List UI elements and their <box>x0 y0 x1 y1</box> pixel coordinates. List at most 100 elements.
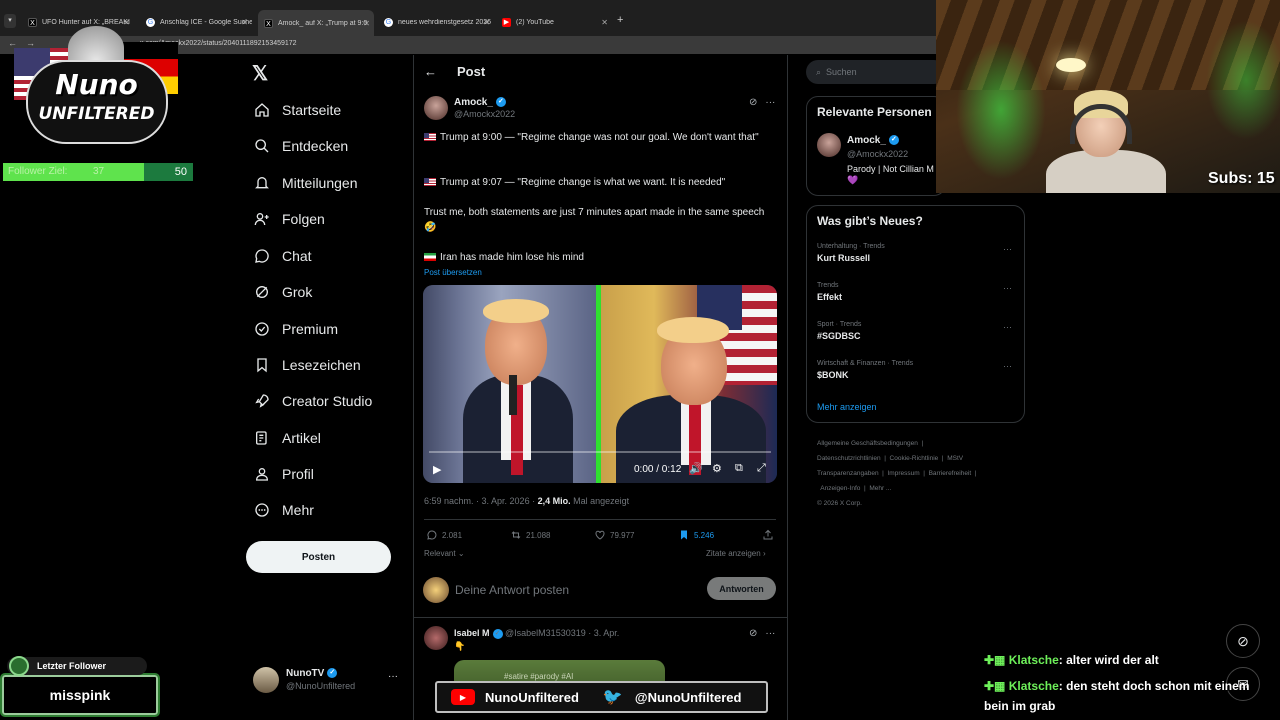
account-switcher[interactable]: NunoTV ✓ @NunoUnfiltered ··· <box>253 665 403 697</box>
author-name[interactable]: Amock_ ✓ <box>454 97 506 108</box>
article-icon <box>255 431 267 445</box>
nav-label: Mitteilungen <box>282 175 358 191</box>
footer-link[interactable]: Barrierefreiheit <box>929 470 972 477</box>
post-text-line: Iran has made him lose his mind <box>424 250 769 265</box>
trend-name: #SGDBSC <box>817 331 861 341</box>
video-progress-bar[interactable] <box>429 451 771 453</box>
nav-item-home[interactable]: Startseite <box>254 98 341 122</box>
show-more-link[interactable]: Mehr anzeigen <box>817 402 877 412</box>
picture-in-picture-icon[interactable]: ⧉ <box>735 462 743 475</box>
trend-category: Sport · Trends <box>817 321 862 328</box>
view-quotes-link[interactable]: Zitate anzeigen › <box>706 549 766 558</box>
microphone-icon <box>509 375 517 415</box>
trend-item[interactable]: Sport · Trends #SGDBSC <box>817 321 861 341</box>
footer-link[interactable]: Mehr ... <box>869 485 891 492</box>
nav-item-notifications[interactable]: Mitteilungen <box>254 171 358 195</box>
chat-badge-icon: ✚▦ <box>984 653 1006 667</box>
share-button[interactable] <box>762 529 774 541</box>
reply-input[interactable]: Deine Antwort posten <box>455 583 569 597</box>
copyright: © 2026 X Corp. <box>817 500 862 507</box>
green-light <box>956 40 1046 180</box>
footer-link[interactable]: Allgemeine Geschäftsbedingungen <box>817 440 918 447</box>
bookmark-button[interactable]: 5.246 <box>678 529 714 541</box>
screen: ▾ X UFO Hunter auf X: „BREAKI ✕ G Anschl… <box>0 0 1280 720</box>
browser-tab-title: Anschlag ICE - Google Suche <box>160 18 252 26</box>
more-options-icon[interactable]: ··· <box>765 97 775 108</box>
volume-icon[interactable]: 🔊 <box>689 462 703 475</box>
nav-item-profile[interactable]: Profil <box>254 462 314 486</box>
chat-badge-icon: ✚▦ <box>984 679 1006 693</box>
nav-item-bookmarks[interactable]: Lesezeichen <box>254 353 361 377</box>
search-input[interactable]: ⌕ Suchen <box>806 60 946 84</box>
close-tab-icon[interactable]: ✕ <box>363 19 370 28</box>
close-tab-icon[interactable]: ✕ <box>601 18 608 27</box>
reply-submit-button[interactable]: Antworten <box>707 577 776 600</box>
grok-icon[interactable]: ⊘ <box>749 628 757 639</box>
last-follower-widget: misspink Letzter Follower <box>0 653 160 717</box>
trend-more-icon[interactable]: ··· <box>1003 244 1012 254</box>
footer-link[interactable]: Impressum <box>887 470 919 477</box>
play-icon[interactable]: ▶ <box>433 463 441 476</box>
google-icon: G <box>384 17 393 27</box>
browser-tab-active[interactable]: X Amock_ auf X: „Trump at 9:0 ✕ <box>258 10 374 36</box>
reply-actions: ⊘ ··· <box>749 628 775 639</box>
footer-link[interactable]: Cookie-Richtlinie <box>890 455 939 462</box>
profile-icon <box>255 468 269 481</box>
nav-item-chat[interactable]: Chat <box>254 244 312 268</box>
current-user-avatar <box>423 577 449 603</box>
more-options-icon[interactable]: ··· <box>765 628 775 639</box>
trend-more-icon[interactable]: ··· <box>1003 322 1012 332</box>
close-tab-icon[interactable]: ✕ <box>241 18 248 27</box>
trend-item[interactable]: Unterhaltung · Trends Kurt Russell <box>817 243 885 263</box>
chevron-right-icon: › <box>762 549 766 558</box>
nav-item-grok[interactable]: Grok <box>254 280 312 304</box>
close-tab-icon[interactable]: ✕ <box>483 18 490 27</box>
translate-link[interactable]: Post übersetzen <box>424 268 482 277</box>
trend-category: Unterhaltung · Trends <box>817 243 885 250</box>
nav-item-follow[interactable]: Folgen <box>254 207 325 231</box>
grok-icon[interactable]: ⊘ <box>749 97 757 108</box>
browser-tab[interactable]: G neues wehrdienstgesetz 2026 ✕ <box>378 13 494 31</box>
nav-item-more[interactable]: Mehr <box>254 498 314 522</box>
trend-more-icon[interactable]: ··· <box>1003 361 1012 371</box>
stream-logo: Nuno UNFILTERED <box>14 26 179 148</box>
relevant-person-avatar[interactable] <box>817 133 841 157</box>
trend-item[interactable]: Trends Effekt <box>817 282 842 302</box>
video-player[interactable]: ▶ 0:00 / 0:12 🔊 ⚙ ⧉ ⤢ <box>423 285 777 483</box>
new-tab-button[interactable]: + <box>617 14 623 26</box>
back-arrow-icon[interactable]: ← <box>424 64 437 79</box>
like-button[interactable]: 79.977 <box>594 529 634 541</box>
chat-username: Klatsche <box>1008 653 1059 667</box>
fullscreen-icon[interactable]: ⤢ <box>757 462 766 475</box>
account-more-icon[interactable]: ··· <box>388 671 398 682</box>
trend-item[interactable]: Wirtschaft & Finanzen · Trends $BONK <box>817 360 913 380</box>
reply-handle: @IsabelM31530319 · 3. Apr. <box>505 628 620 638</box>
nav-item-premium[interactable]: Premium <box>254 317 338 341</box>
repost-button[interactable]: 21.088 <box>510 529 550 541</box>
x-logo-icon[interactable]: 𝕏 <box>252 61 268 86</box>
nav-item-articles[interactable]: Artikel <box>254 426 321 450</box>
chat-username: Klatsche <box>1008 679 1059 693</box>
reply-author[interactable]: Isabel M ✓ @IsabelM31530319 · 3. Apr. <box>454 628 619 639</box>
avatar <box>253 667 279 693</box>
share-icon <box>763 529 773 540</box>
reply-author-avatar[interactable] <box>424 626 448 650</box>
browser-tab[interactable]: ▶ (2) YouTube ✕ <box>496 13 612 31</box>
footer-link[interactable]: Datenschutzrichtlinien <box>817 455 881 462</box>
author-avatar[interactable] <box>424 96 448 120</box>
reply-button[interactable]: 2.081 <box>426 529 462 541</box>
post-top-actions: ⊘ ··· <box>749 97 775 108</box>
footer-link[interactable]: Anzeigen-Info <box>820 485 860 492</box>
nav-item-creator-studio[interactable]: Creator Studio <box>254 389 372 413</box>
post-timestamp[interactable]: 6:59 nachm. · 3. Apr. 2026 · <box>424 496 538 506</box>
settings-icon[interactable]: ⚙ <box>712 462 722 475</box>
post-meta: 6:59 nachm. · 3. Apr. 2026 · 2,4 Mio. Ma… <box>424 496 629 506</box>
post-button[interactable]: Posten <box>246 541 391 573</box>
author-handle[interactable]: @Amockx2022 <box>454 109 515 119</box>
relevant-person-name[interactable]: Amock_ ✓ <box>847 135 899 146</box>
browser-tab-title: Amock_ auf X: „Trump at 9:0 <box>278 19 368 27</box>
trend-more-icon[interactable]: ··· <box>1003 283 1012 293</box>
sort-dropdown[interactable]: Relevant ⌄ <box>424 549 465 558</box>
nav-item-explore[interactable]: Entdecken <box>254 134 348 158</box>
relevant-person-handle[interactable]: @Amockx2022 <box>847 149 908 159</box>
